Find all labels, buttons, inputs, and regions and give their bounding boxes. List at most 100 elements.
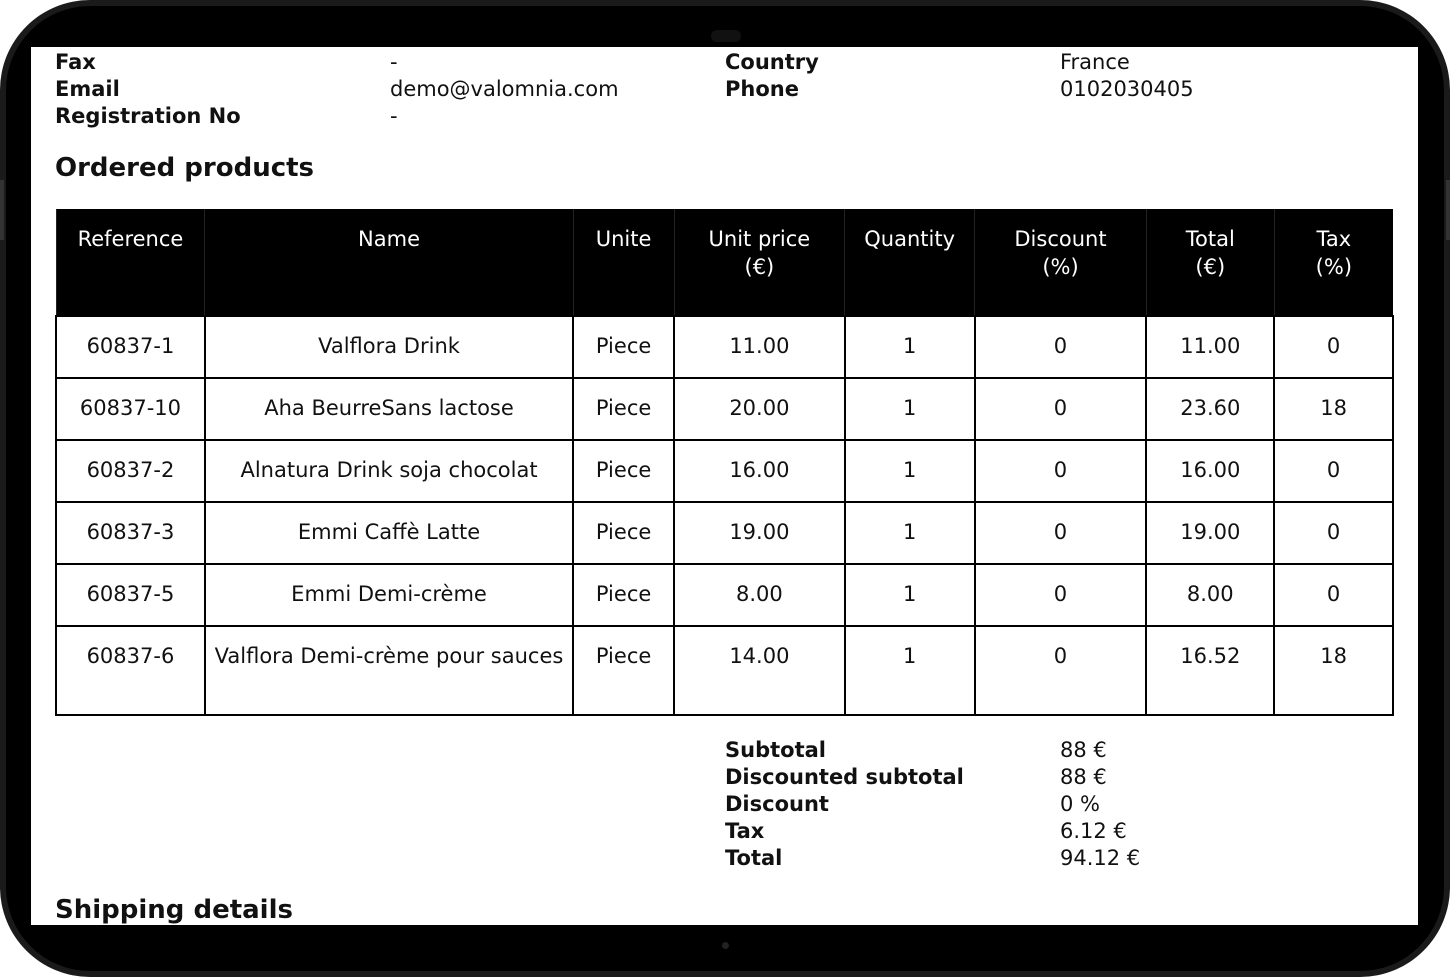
summary-label: Subtotal xyxy=(725,738,826,762)
camera-icon xyxy=(711,30,741,42)
cell-tax: 0 xyxy=(1273,501,1394,565)
customer-info-section: Fax - Country France Email demo@valomnia… xyxy=(55,49,1395,130)
table-row[interactable]: 60837-3 Emmi Caffè Latte Piece 19.00 1 0… xyxy=(55,501,1394,565)
info-row-email: Email demo@valomnia.com Phone 0102030405 xyxy=(55,76,1395,103)
cell-total: 16.00 xyxy=(1145,439,1276,503)
table-row[interactable]: 60837-2 Alnatura Drink soja chocolat Pie… xyxy=(55,439,1394,503)
cell-reference: 60837-1 xyxy=(55,315,206,379)
cell-reference: 60837-5 xyxy=(55,563,206,627)
order-details-screen[interactable]: Fax - Country France Email demo@valomnia… xyxy=(31,47,1418,925)
cell-name: Valflora Drink xyxy=(203,315,575,379)
cell-reference: 60837-3 xyxy=(55,501,206,565)
cell-unite: Piece xyxy=(572,563,676,627)
summary-value: 0 % xyxy=(1060,792,1100,816)
registration-label: Registration No xyxy=(55,104,241,128)
header-discount[interactable]: Discount (%) xyxy=(974,209,1147,316)
summary-value: 88 € xyxy=(1060,765,1107,789)
summary-label: Total xyxy=(725,846,783,870)
registration-value: - xyxy=(390,104,398,128)
summary-row-tax: Tax 6.12 € xyxy=(725,818,1225,845)
summary-label: Tax xyxy=(725,819,765,843)
cell-discount: 0 xyxy=(973,315,1148,379)
table-header-row: Reference Name Unite Unit price (€) Quant… xyxy=(55,209,1393,316)
country-label: Country xyxy=(725,50,819,74)
cell-total: 19.00 xyxy=(1145,501,1276,565)
cell-name: Valflora Demi-crème pour sauces xyxy=(203,625,575,716)
table-row[interactable]: 60837-5 Emmi Demi-crème Piece 8.00 1 0 8… xyxy=(55,563,1394,627)
cell-quantity: 1 xyxy=(843,439,976,503)
tablet-frame: Fax - Country France Email demo@valomnia… xyxy=(0,0,1450,977)
header-tax[interactable]: Tax (%) xyxy=(1273,209,1393,316)
email-label: Email xyxy=(55,77,120,101)
summary-label: Discounted subtotal xyxy=(725,765,964,789)
summary-value: 6.12 € xyxy=(1060,819,1127,843)
cell-discount: 0 xyxy=(973,563,1148,627)
fax-value: - xyxy=(390,50,398,74)
cell-total: 23.60 xyxy=(1145,377,1276,441)
summary-row-total: Total 94.12 € xyxy=(725,845,1225,872)
cell-tax: 0 xyxy=(1273,315,1394,379)
table-row[interactable]: 60837-10 Aha BeurreSans lactose Piece 20… xyxy=(55,377,1394,441)
country-value: France xyxy=(1060,50,1130,74)
cell-quantity: 1 xyxy=(843,563,976,627)
cell-unite: Piece xyxy=(572,501,676,565)
cell-unite: Piece xyxy=(572,625,676,716)
cell-quantity: 1 xyxy=(843,501,976,565)
header-unite[interactable]: Unite xyxy=(572,209,675,316)
phone-label: Phone xyxy=(725,77,799,101)
home-indicator-icon xyxy=(722,942,729,949)
fax-label: Fax xyxy=(55,50,96,74)
header-total[interactable]: Total (€) xyxy=(1145,209,1275,316)
cell-tax: 18 xyxy=(1273,377,1394,441)
cell-name: Aha BeurreSans lactose xyxy=(203,377,575,441)
cell-total: 16.52 xyxy=(1145,625,1276,716)
header-name[interactable]: Name xyxy=(204,209,574,316)
side-button-right xyxy=(1446,180,1450,240)
cell-total: 8.00 xyxy=(1145,563,1276,627)
summary-row-subtotal: Subtotal 88 € xyxy=(725,737,1225,764)
order-summary: Subtotal 88 € Discounted subtotal 88 € D… xyxy=(725,737,1225,872)
cell-tax: 0 xyxy=(1273,563,1394,627)
summary-label: Discount xyxy=(725,792,829,816)
cell-tax: 0 xyxy=(1273,439,1394,503)
summary-row-discounted-subtotal: Discounted subtotal 88 € xyxy=(725,764,1225,791)
cell-name: Alnatura Drink soja chocolat xyxy=(203,439,575,503)
cell-unit-price: 14.00 xyxy=(673,625,846,716)
header-unit-price[interactable]: Unit price (€) xyxy=(673,209,845,316)
info-row-registration: Registration No - xyxy=(55,103,1395,130)
ordered-products-table: Reference Name Unite Unit price (€) Quant… xyxy=(55,209,1394,716)
header-reference[interactable]: Reference xyxy=(55,209,205,316)
cell-discount: 0 xyxy=(973,439,1148,503)
summary-value: 88 € xyxy=(1060,738,1107,762)
products-tbody: 60837-1 Valflora Drink Piece 11.00 1 0 1… xyxy=(55,315,1394,716)
cell-quantity: 1 xyxy=(843,625,976,716)
cell-unite: Piece xyxy=(572,315,676,379)
header-quantity[interactable]: Quantity xyxy=(844,209,975,316)
email-value: demo@valomnia.com xyxy=(390,77,619,101)
cell-quantity: 1 xyxy=(843,315,976,379)
shipping-details-title: Shipping details xyxy=(55,895,293,925)
side-button-left xyxy=(0,180,4,240)
info-row-fax: Fax - Country France xyxy=(55,49,1395,76)
cell-quantity: 1 xyxy=(843,377,976,441)
summary-value: 94.12 € xyxy=(1060,846,1141,870)
table-row[interactable]: 60837-1 Valflora Drink Piece 11.00 1 0 1… xyxy=(55,315,1394,379)
cell-total: 11.00 xyxy=(1145,315,1276,379)
cell-discount: 0 xyxy=(973,625,1148,716)
cell-name: Emmi Caffè Latte xyxy=(203,501,575,565)
cell-discount: 0 xyxy=(973,377,1148,441)
cell-tax: 18 xyxy=(1273,625,1394,716)
cell-name: Emmi Demi-crème xyxy=(203,563,575,627)
cell-unit-price: 20.00 xyxy=(673,377,846,441)
ordered-products-title: Ordered products xyxy=(55,153,315,183)
cell-unit-price: 19.00 xyxy=(673,501,846,565)
cell-reference: 60837-6 xyxy=(55,625,206,716)
cell-unit-price: 16.00 xyxy=(673,439,846,503)
cell-unite: Piece xyxy=(572,439,676,503)
cell-unit-price: 11.00 xyxy=(673,315,846,379)
cell-unite: Piece xyxy=(572,377,676,441)
cell-reference: 60837-10 xyxy=(55,377,206,441)
summary-row-discount: Discount 0 % xyxy=(725,791,1225,818)
cell-unit-price: 8.00 xyxy=(673,563,846,627)
table-row[interactable]: 60837-6 Valflora Demi-crème pour sauces … xyxy=(55,625,1394,716)
